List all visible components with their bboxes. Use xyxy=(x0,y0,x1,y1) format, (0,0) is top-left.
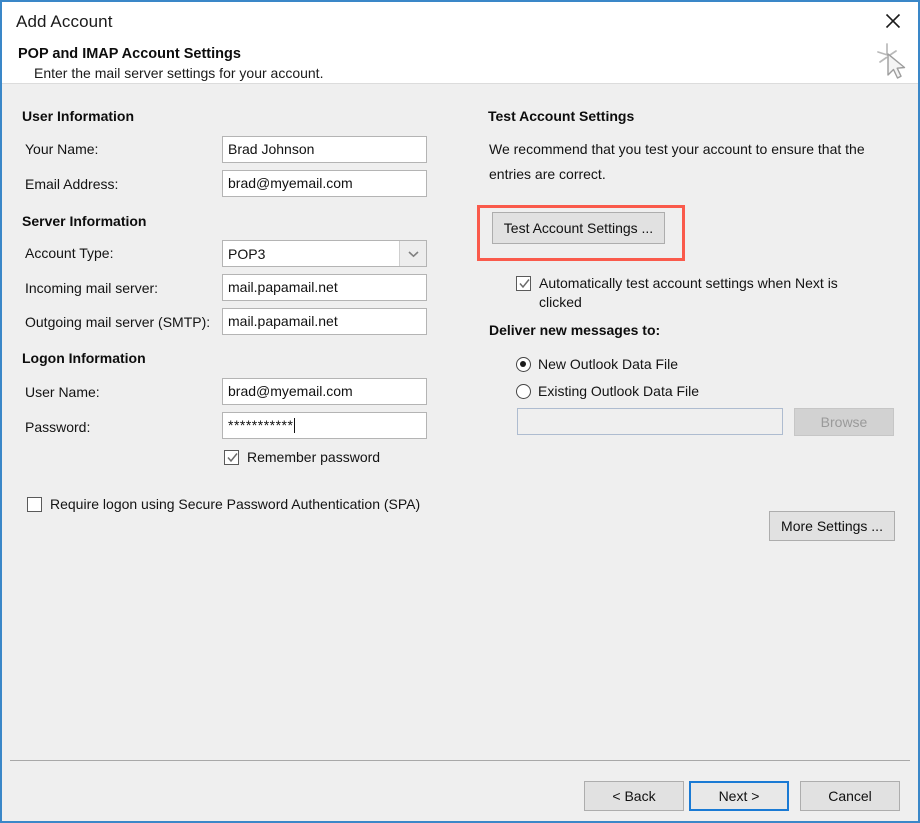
remember-password-checkbox[interactable]: Remember password xyxy=(224,448,380,467)
email-address-input[interactable]: brad@myemail.com xyxy=(222,170,427,197)
page-title: POP and IMAP Account Settings xyxy=(18,46,241,62)
existing-data-file-input[interactable] xyxy=(517,408,783,435)
browse-button: Browse xyxy=(794,408,894,436)
cancel-button[interactable]: Cancel xyxy=(800,781,900,811)
test-account-settings-heading: Test Account Settings xyxy=(488,108,634,124)
auto-test-label: Automatically test account settings when… xyxy=(539,274,869,312)
deliver-messages-heading: Deliver new messages to: xyxy=(489,322,660,338)
password-masked-value: *********** xyxy=(228,417,293,433)
more-settings-button[interactable]: More Settings ... xyxy=(769,511,895,541)
checkbox-box xyxy=(27,497,42,512)
chevron-down-icon[interactable] xyxy=(399,241,426,266)
next-button[interactable]: Next > xyxy=(689,781,789,811)
auto-test-checkbox[interactable]: Automatically test account settings when… xyxy=(516,274,886,312)
incoming-mail-server-input[interactable]: mail.papamail.net xyxy=(222,274,427,301)
your-name-input[interactable]: Brad Johnson xyxy=(222,136,427,163)
logon-information-heading: Logon Information xyxy=(22,350,146,366)
add-account-dialog: Add Account POP and IMAP Account Setting… xyxy=(0,0,920,823)
server-information-heading: Server Information xyxy=(22,213,146,229)
account-type-select[interactable]: POP3 xyxy=(222,240,427,267)
account-type-value: POP3 xyxy=(223,246,399,262)
require-spa-label: Require logon using Secure Password Auth… xyxy=(50,495,420,514)
outgoing-mail-server-input[interactable]: mail.papamail.net xyxy=(222,308,427,335)
dialog-header: Add Account POP and IMAP Account Setting… xyxy=(2,2,918,84)
window-title: Add Account xyxy=(16,12,113,32)
cursor-click-sparkle-icon xyxy=(874,40,912,84)
account-type-label: Account Type: xyxy=(25,245,113,261)
password-input[interactable]: *********** xyxy=(222,412,427,439)
remember-password-label: Remember password xyxy=(247,448,380,467)
user-information-heading: User Information xyxy=(22,108,134,124)
radio-box xyxy=(516,384,531,399)
checkbox-box xyxy=(224,450,239,465)
radio-existing-outlook-data-file[interactable]: Existing Outlook Data File xyxy=(516,383,699,399)
page-subtitle: Enter the mail server settings for your … xyxy=(34,65,323,81)
text-caret xyxy=(294,418,295,433)
radio-box xyxy=(516,357,531,372)
user-name-label: User Name: xyxy=(25,384,100,400)
checkbox-box xyxy=(516,276,531,291)
your-name-label: Your Name: xyxy=(25,141,98,157)
back-button[interactable]: < Back xyxy=(584,781,684,811)
password-label: Password: xyxy=(25,419,90,435)
dialog-body: User Information Your Name: Brad Johnson… xyxy=(2,84,918,821)
close-icon[interactable] xyxy=(876,6,910,36)
user-name-input[interactable]: brad@myemail.com xyxy=(222,378,427,405)
test-recommendation-text: We recommend that you test your account … xyxy=(489,137,887,187)
footer-divider xyxy=(10,760,910,761)
email-address-label: Email Address: xyxy=(25,176,118,192)
incoming-mail-server-label: Incoming mail server: xyxy=(25,280,158,296)
radio-label: New Outlook Data File xyxy=(538,356,678,372)
require-spa-checkbox[interactable]: Require logon using Secure Password Auth… xyxy=(27,495,420,514)
radio-new-outlook-data-file[interactable]: New Outlook Data File xyxy=(516,356,678,372)
test-account-settings-button[interactable]: Test Account Settings ... xyxy=(492,212,665,244)
radio-label: Existing Outlook Data File xyxy=(538,383,699,399)
outgoing-mail-server-label: Outgoing mail server (SMTP): xyxy=(25,314,210,330)
